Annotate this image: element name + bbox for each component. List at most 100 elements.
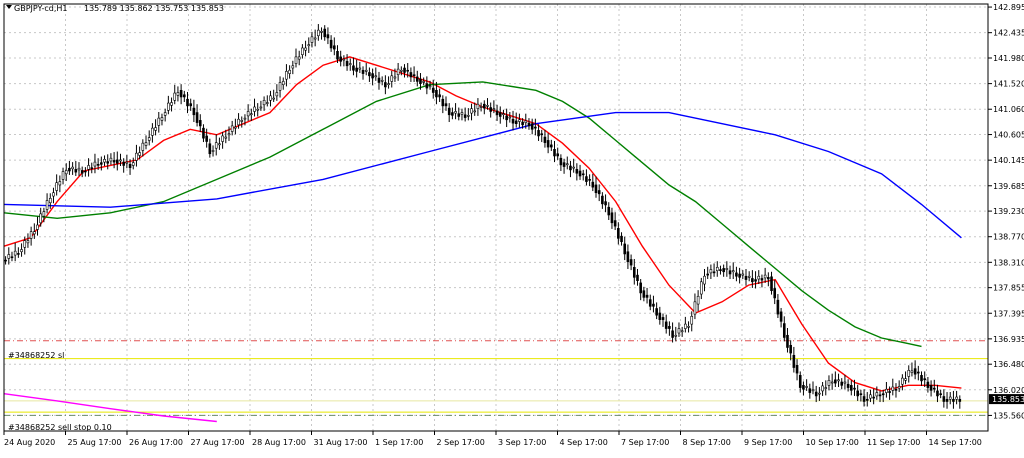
candle-body xyxy=(58,181,62,186)
candle-body xyxy=(234,126,237,129)
candle-body xyxy=(617,228,620,239)
x-tick-label: 8 Sep 17:00 xyxy=(683,438,731,447)
candle-body xyxy=(141,142,145,151)
candle-body xyxy=(888,391,891,393)
x-tick-label: 31 Aug 17:00 xyxy=(314,438,368,447)
candle-body xyxy=(103,159,106,163)
candle-body xyxy=(323,28,327,38)
candle-body xyxy=(80,170,84,174)
candle-body xyxy=(939,393,942,396)
candle-body xyxy=(39,213,43,224)
candle-body xyxy=(256,108,260,111)
candle-body xyxy=(712,271,716,274)
candle-body xyxy=(610,212,614,224)
candle-body xyxy=(958,398,962,402)
candle-body xyxy=(431,87,435,93)
candle-body xyxy=(693,301,697,315)
chart-title-group: GBPJPY-cd,H1 135.789 135.862 135.753 135… xyxy=(6,4,224,13)
candle-body xyxy=(751,278,754,283)
candle-body xyxy=(218,143,221,146)
candle-body xyxy=(588,179,591,181)
candle-body xyxy=(409,72,413,78)
candle-body xyxy=(885,388,888,393)
candle-body xyxy=(227,133,231,136)
candle-body xyxy=(384,82,387,88)
candle-body xyxy=(865,398,869,401)
candle-body xyxy=(262,100,266,106)
candle-body xyxy=(33,231,36,235)
candle-body xyxy=(744,275,748,280)
y-tick-label: 141.980 xyxy=(993,54,1024,63)
candle-body xyxy=(4,259,7,262)
candle-body xyxy=(221,135,224,142)
candle-body xyxy=(377,77,381,83)
candle-body xyxy=(7,254,11,259)
candle-body xyxy=(125,161,129,164)
candle-body xyxy=(891,386,895,391)
y-tick-label: 142.895 xyxy=(993,3,1024,12)
candle-body xyxy=(460,112,464,115)
candle-body xyxy=(115,159,119,164)
candle-body xyxy=(802,385,805,390)
candle-body xyxy=(230,125,234,132)
candle-body xyxy=(709,269,713,274)
candle-body xyxy=(623,243,627,255)
candle-body xyxy=(591,181,595,188)
candle-body xyxy=(77,167,81,171)
candle-body xyxy=(856,390,859,397)
candle-body xyxy=(355,67,358,72)
candle-body xyxy=(329,39,333,49)
candle-body xyxy=(642,290,646,298)
candle-body xyxy=(948,396,952,400)
candle-body xyxy=(853,387,856,390)
y-tick-label: 140.605 xyxy=(993,131,1024,140)
candle-body xyxy=(929,385,933,391)
x-tick-label: 4 Sep 17:00 xyxy=(560,438,608,447)
candle-body xyxy=(112,160,116,163)
candle-body xyxy=(648,299,652,307)
candle-body xyxy=(575,169,579,174)
forex-chart[interactable]: 142.895 142.435 141.980 141.520 141.060 140.6… xyxy=(0,0,1024,454)
candle-body xyxy=(505,115,508,121)
candle-body xyxy=(674,334,678,337)
candle-body xyxy=(805,386,808,388)
candle-body xyxy=(403,67,406,73)
candle-body xyxy=(834,379,837,384)
candle-body xyxy=(604,201,607,206)
candle-body xyxy=(706,273,709,276)
candle-body xyxy=(550,144,553,148)
candle-body xyxy=(482,103,486,109)
candle-body xyxy=(728,270,732,275)
candle-body xyxy=(910,370,914,373)
y-tick-label: 139.685 xyxy=(993,182,1024,191)
candle-body xyxy=(901,377,904,385)
candle-body xyxy=(192,107,196,116)
y-tick-label: 137.395 xyxy=(993,309,1024,318)
candle-body xyxy=(288,69,291,74)
chart-canvas[interactable]: 142.895 142.435 141.980 141.520 141.060 140.6… xyxy=(0,0,1024,454)
candle-body xyxy=(955,396,958,400)
candle-body xyxy=(613,220,617,227)
x-tick-label: 10 Sep 17:00 xyxy=(806,438,859,447)
candle-body xyxy=(920,375,923,382)
candle-body xyxy=(543,136,547,143)
x-tick-label: 24 Aug 2020 xyxy=(4,438,55,447)
candle-body xyxy=(479,106,483,108)
candle-body xyxy=(422,81,425,83)
candle-body xyxy=(639,282,642,294)
y-tick-label: 142.435 xyxy=(993,29,1024,38)
candle-body xyxy=(154,127,157,131)
y-tick-label: 141.060 xyxy=(993,105,1024,114)
y-tick-label: 136.020 xyxy=(993,386,1024,395)
candle-body xyxy=(189,103,192,107)
candle-body xyxy=(476,103,480,109)
candle-body xyxy=(677,328,681,334)
y-tick-label: 139.230 xyxy=(993,207,1024,216)
candle-body xyxy=(336,51,339,60)
candle-body xyxy=(578,170,582,177)
candle-body xyxy=(454,111,457,114)
candle-body xyxy=(808,388,812,393)
candle-body xyxy=(511,118,515,124)
candle-body xyxy=(553,149,556,157)
candle-body xyxy=(93,161,97,167)
